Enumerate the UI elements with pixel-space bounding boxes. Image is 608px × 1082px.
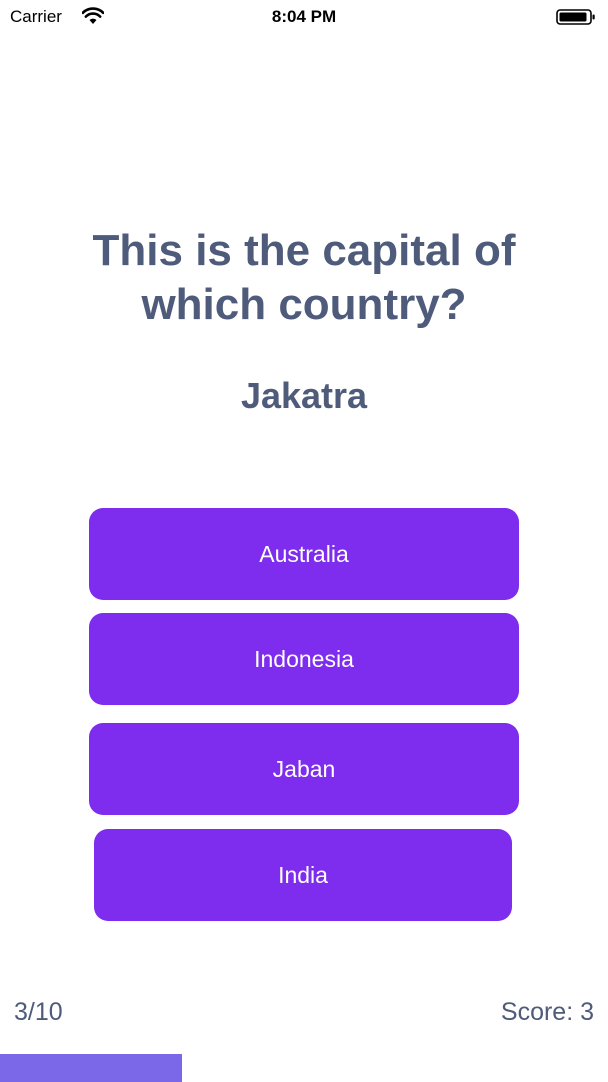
capital-name: Jakatra — [240, 375, 368, 416]
progress-bar — [0, 1054, 608, 1082]
battery-icon — [556, 9, 595, 25]
progress-bar-fill — [0, 1054, 183, 1082]
answer-button-india[interactable]: India — [94, 829, 512, 921]
question-counter: 3/10 — [14, 998, 63, 1026]
answer-button-jaban[interactable]: Jaban — [89, 723, 519, 815]
answer-button-australia[interactable]: Australia — [89, 508, 519, 600]
answer-button-indonesia[interactable]: Indonesia — [89, 613, 519, 705]
status-time: 8:04 PM — [271, 7, 337, 26]
question-text: This is the capital of which country? — [92, 226, 516, 329]
status-bar: Carrier 8:04 PM — [0, 0, 608, 34]
score-label: Score: 3 — [500, 998, 594, 1026]
